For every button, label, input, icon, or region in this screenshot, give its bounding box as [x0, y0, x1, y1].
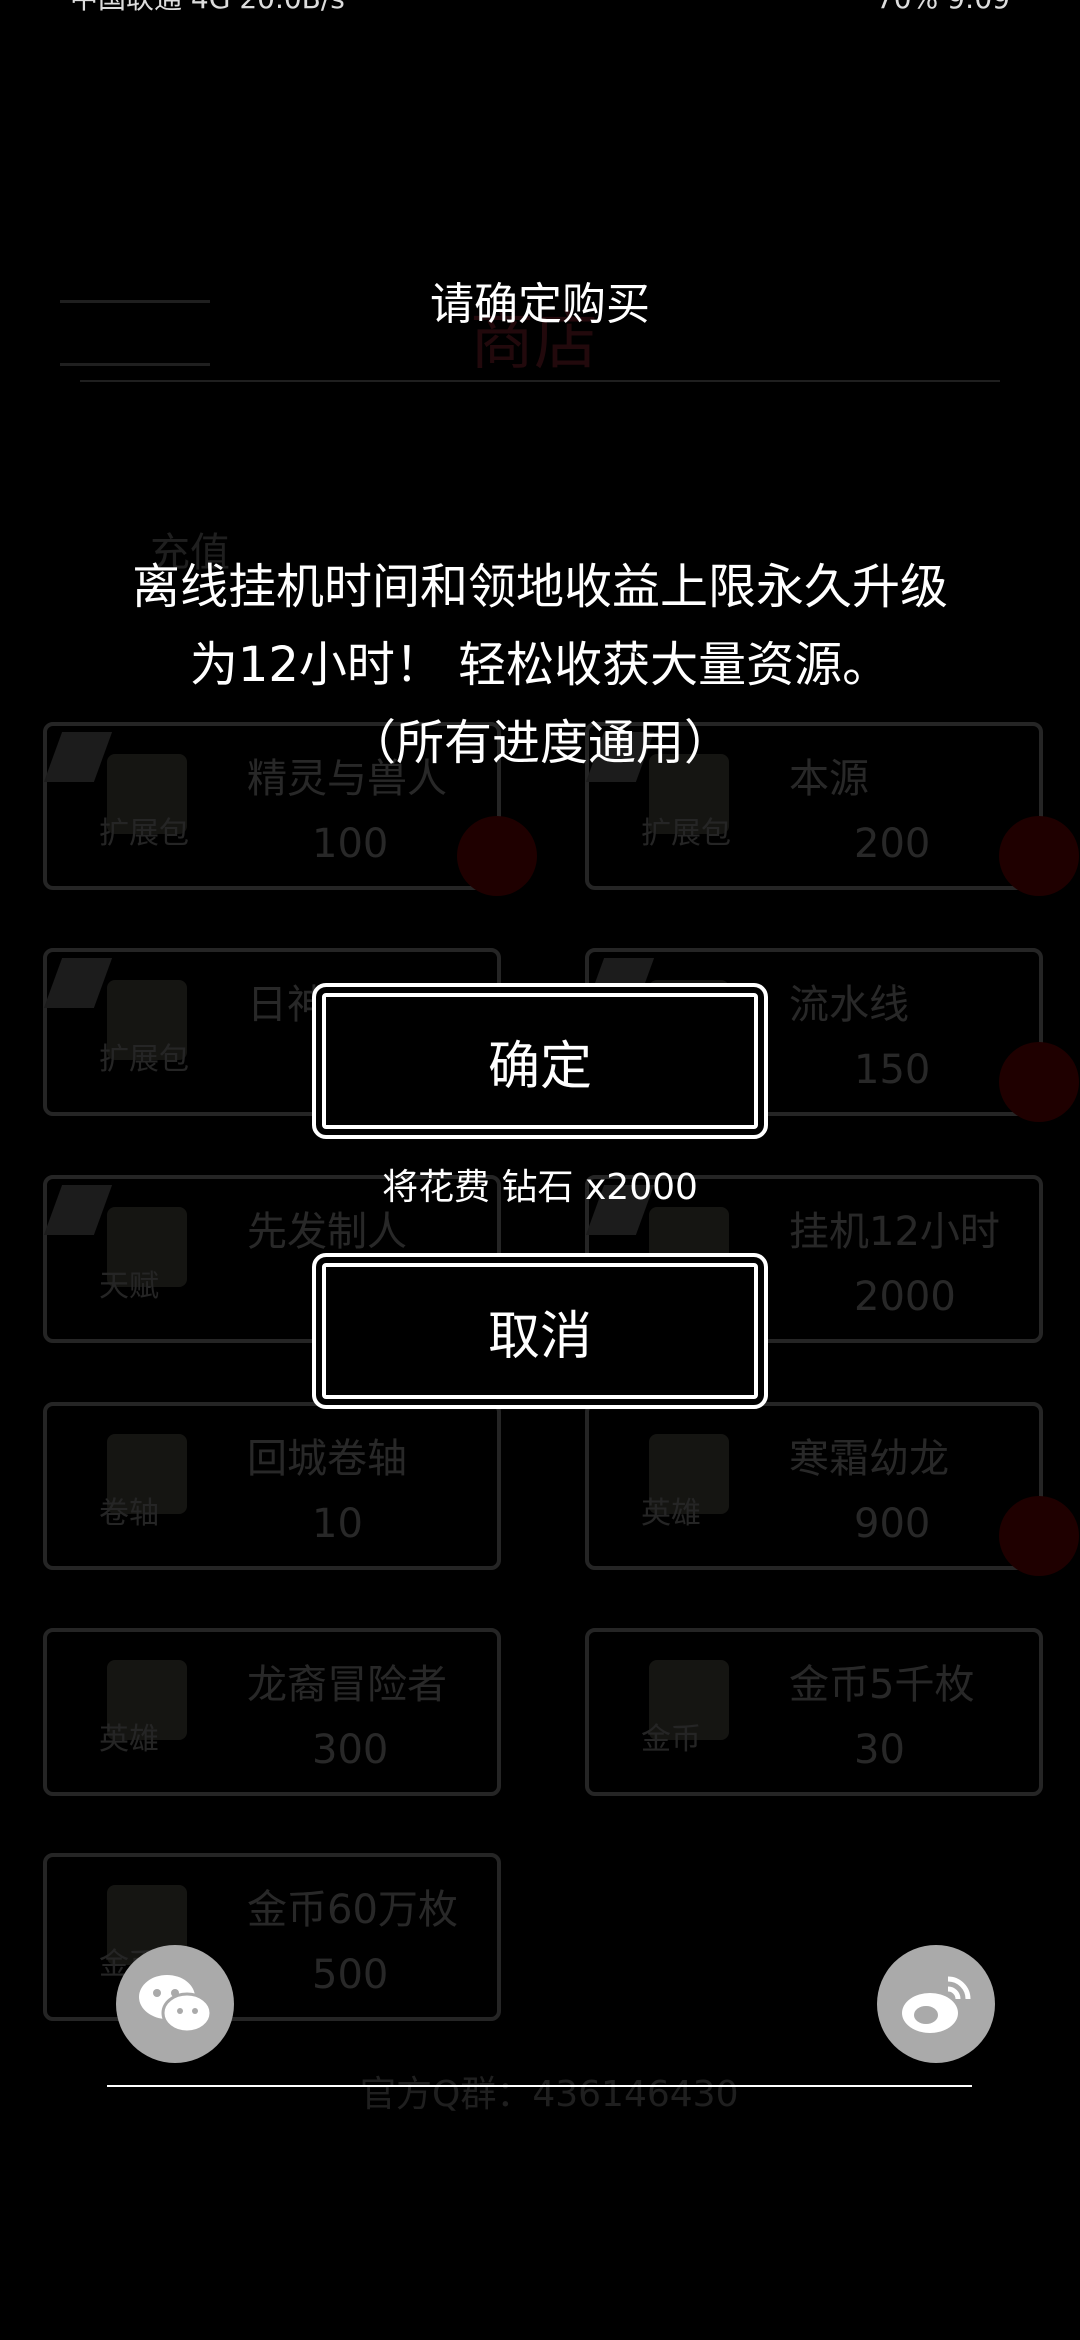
- item-name: 金币60万枚: [247, 1887, 458, 1933]
- weibo-share-button[interactable]: [877, 1945, 995, 2063]
- dialog-message: 离线挂机时间和领地收益上限永久升级 为12小时！ 轻松收获大量资源。 （所有进度…: [60, 548, 1020, 782]
- shop-item: 英雄 龙裔冒险者 300: [43, 1628, 501, 1796]
- item-price: 10: [312, 1501, 363, 1547]
- shop-item: 英雄 寒霜幼龙 900: [585, 1402, 1079, 1576]
- item-price: 100: [312, 821, 389, 867]
- message-line-3: （所有进度通用）: [347, 715, 732, 771]
- message-line-1: 离线挂机时间和领地收益上限永久升级: [131, 559, 948, 615]
- item-price: 150: [854, 1047, 931, 1093]
- check-icon: [999, 816, 1079, 896]
- message-line-2: 为12小时！ 轻松收获大量资源。: [189, 637, 891, 693]
- check-icon: [999, 1042, 1079, 1122]
- item-price: 500: [312, 1952, 389, 1998]
- check-icon: [999, 1496, 1079, 1576]
- dialog-title: 请确定购买: [430, 279, 650, 330]
- shop-item: 卷轴 回城卷轴 10: [43, 1402, 501, 1570]
- wechat-share-button[interactable]: [116, 1945, 234, 2063]
- header-divider: [80, 380, 1000, 382]
- item-name: 寒霜幼龙: [789, 1436, 949, 1482]
- item-type: 卷轴: [99, 1496, 159, 1531]
- cancel-label: 取消: [487, 1306, 592, 1367]
- bottom-divider: [107, 2085, 972, 2087]
- item-type: 扩展包: [99, 1042, 189, 1077]
- wechat-icon: [139, 1975, 213, 2034]
- item-type: 扩展包: [641, 816, 731, 851]
- weibo-icon: [902, 1976, 971, 2033]
- item-price: 200: [854, 821, 931, 867]
- item-price: 900: [854, 1501, 931, 1547]
- item-name: 龙裔冒险者: [247, 1662, 447, 1708]
- item-type: 天赋: [99, 1269, 159, 1304]
- item-type: 英雄: [641, 1496, 701, 1531]
- cancel-button[interactable]: 取消: [312, 1253, 768, 1409]
- item-type: 扩展包: [99, 816, 189, 851]
- item-price: 2000: [854, 1274, 956, 1320]
- qq-group-text: 官方Q群：436146430: [360, 2074, 739, 2115]
- shop-item: 金币 金币60万枚 500: [43, 1853, 501, 2021]
- item-name: 回城卷轴: [247, 1436, 407, 1482]
- item-price: 30: [854, 1727, 905, 1773]
- item-type: 英雄: [99, 1722, 159, 1757]
- check-icon: [457, 816, 537, 896]
- confirm-button[interactable]: 确定: [312, 983, 768, 1139]
- cost-text: 将花费 钻石 x2000: [382, 1167, 698, 1208]
- confirm-label: 确定: [487, 1036, 592, 1097]
- item-name: 流水线: [789, 982, 909, 1028]
- tag-badge: [43, 958, 113, 1008]
- item-type: 金币: [641, 1722, 701, 1757]
- item-price: 300: [312, 1727, 389, 1773]
- item-name: 金币5千枚: [789, 1662, 975, 1708]
- shop-item: 金币 金币5千枚 30: [585, 1628, 1043, 1796]
